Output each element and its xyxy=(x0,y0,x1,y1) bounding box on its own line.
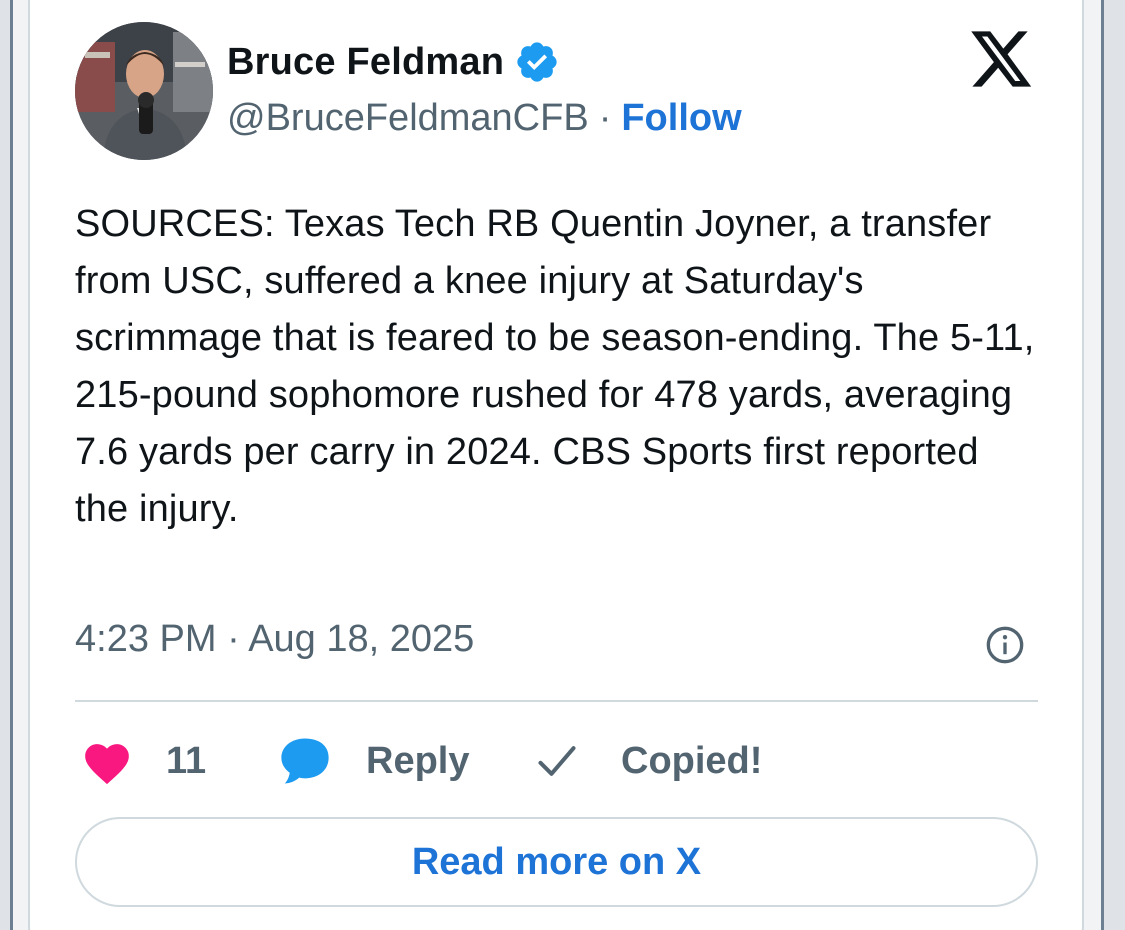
action-bar: 11 Reply Copied! xyxy=(80,730,1040,792)
author-avatar[interactable] xyxy=(75,22,213,160)
follow-link[interactable]: Follow xyxy=(621,97,741,140)
info-icon[interactable] xyxy=(985,625,1025,665)
tweet-text: SOURCES: Texas Tech RB Quentin Joyner, a… xyxy=(75,203,1035,530)
author-handle[interactable]: @BruceFeldmanCFB xyxy=(227,97,589,140)
author-name-row: Bruce Feldman xyxy=(227,40,560,84)
reply-button[interactable]: Reply xyxy=(278,730,469,792)
checkmark-icon xyxy=(538,746,576,776)
x-logo-icon[interactable] xyxy=(970,30,1034,88)
like-count: 11 xyxy=(166,739,207,782)
heart-icon xyxy=(85,744,129,785)
divider xyxy=(75,700,1038,702)
tweet-timestamp[interactable]: 4:23 PM · Aug 18, 2025 xyxy=(75,618,474,661)
like-button[interactable]: 11 xyxy=(80,730,206,792)
read-more-button[interactable]: Read more on X xyxy=(75,817,1038,907)
avatar-photo xyxy=(75,22,213,160)
author-handle-row: @BruceFeldmanCFB · Follow xyxy=(227,97,742,140)
reply-label: Reply xyxy=(366,739,470,782)
author-name[interactable]: Bruce Feldman xyxy=(227,41,504,84)
separator-dot: · xyxy=(598,97,612,139)
copy-link-button[interactable]: Copied! xyxy=(535,730,762,792)
verified-badge-icon xyxy=(517,42,557,82)
copy-status-label: Copied! xyxy=(621,739,763,782)
speech-bubble-icon xyxy=(281,738,329,784)
